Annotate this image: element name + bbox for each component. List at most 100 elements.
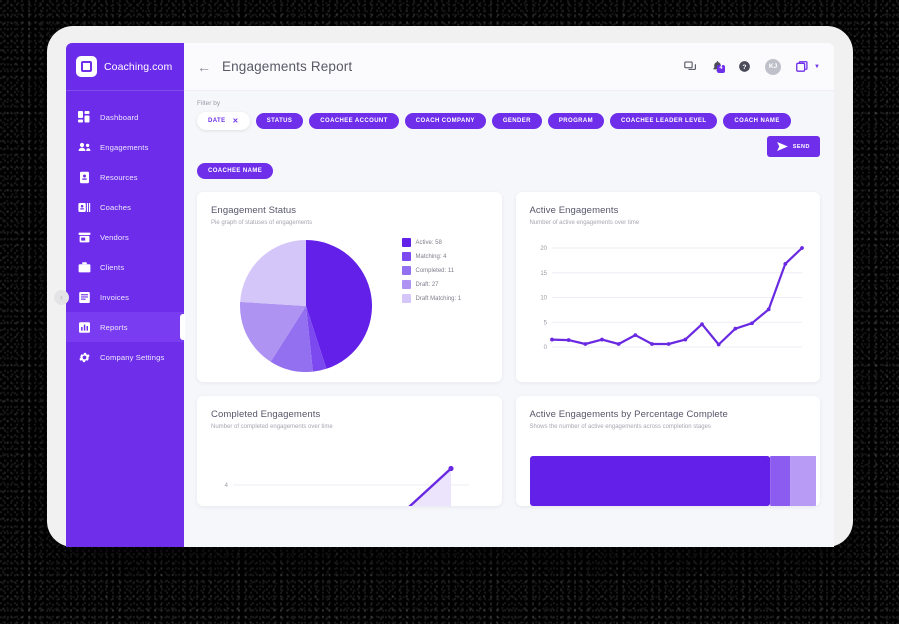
card-title: Active Engagements <box>529 205 619 216</box>
card-title: Engagement Status <box>211 205 297 216</box>
legend-item: Matching: 4 <box>401 252 488 261</box>
page-title: Engagements Report <box>222 59 353 74</box>
sidebar-item-invoices[interactable]: Invoices <box>66 282 184 312</box>
send-button[interactable]: SEND <box>766 136 820 157</box>
card-subtitle: Number of active engagements over time <box>529 220 640 226</box>
filter-chip-status[interactable]: STATUS <box>255 113 304 129</box>
legend-swatch <box>401 252 411 261</box>
legend-item: Completed: 11 <box>401 266 488 275</box>
notification-badge: 4 <box>717 65 726 73</box>
sidebar-item-label: Coaches <box>100 202 132 212</box>
card-completed-engagements: Completed Engagements Number of complete… <box>197 396 502 506</box>
legend-label: Draft: 27 <box>415 281 439 288</box>
filter-chip-coachee-leader-level[interactable]: COACHEE LEADER LEVEL <box>610 113 718 129</box>
tablet-device-frame: ‹ Coaching.com Dashboard Engagements Res… <box>47 26 853 547</box>
legend-swatch <box>401 238 411 247</box>
card-active-engagements: Active Engagements Number of active enga… <box>515 192 820 382</box>
people-icon <box>78 141 91 154</box>
sidebar-item-coaches[interactable]: Coaches <box>66 192 184 222</box>
legend-label: Matching: 4 <box>415 253 447 260</box>
topbar-icon-group: 4 ? KJ ▼ <box>684 58 820 75</box>
card-title: Active Engagements by Percentage Complet… <box>529 409 728 420</box>
filter-chip-row-1: DATE ✕ STATUS COACHEE ACCOUNT COACH COMP… <box>197 112 820 157</box>
filter-chip-gender[interactable]: GENDER <box>491 113 542 129</box>
sidebar-nav: Dashboard Engagements Resources Coaches … <box>66 91 185 372</box>
svg-text:20: 20 <box>540 246 547 252</box>
filter-chip-program[interactable]: PROGRAM <box>547 113 605 129</box>
send-icon <box>776 142 788 151</box>
filter-by-label: Filter by <box>197 100 221 107</box>
avatar[interactable]: KJ <box>765 58 782 75</box>
sidebar-collapse-handle[interactable]: ‹ <box>54 290 69 305</box>
filter-chip-date[interactable]: DATE ✕ <box>197 112 250 130</box>
sidebar-item-label: Vendors <box>100 232 129 242</box>
gear-icon <box>79 352 90 362</box>
card-subtitle: Pie graph of statuses of engagements <box>211 220 313 226</box>
document-icon <box>79 291 90 303</box>
sidebar-item-company-settings[interactable]: Company Settings <box>66 342 184 372</box>
square-logo-icon <box>76 56 97 77</box>
help-icon[interactable]: ? <box>738 60 751 73</box>
legend-swatch <box>401 280 411 289</box>
svg-text:5: 5 <box>543 320 547 326</box>
id-card-icon <box>78 201 91 214</box>
line-chart[interactable]: 0 5 10 15 20 <box>530 240 807 370</box>
chevron-down-icon[interactable]: ▼ <box>814 64 820 70</box>
close-icon[interactable]: ✕ <box>233 117 239 125</box>
stacked-bar-chart[interactable] <box>529 456 816 506</box>
legend-item: Active: 58 <box>401 238 488 247</box>
sidebar-item-label: Resources <box>100 172 138 182</box>
svg-text:?: ? <box>742 64 746 71</box>
card-subtitle: Shows the number of active engagements a… <box>529 424 711 430</box>
legend-label: Draft Matching: 1 <box>415 295 462 302</box>
filter-chip-coach-name[interactable]: COACH NAME <box>723 113 791 129</box>
pie-chart-body: Active: 58 Matching: 4 Completed: 11 Dra… <box>211 232 488 372</box>
filter-chip-coachee-account[interactable]: COACHEE ACCOUNT <box>309 113 399 129</box>
pie-chart-svg <box>240 240 373 372</box>
sidebar: Coaching.com Dashboard Engagements Resou… <box>66 43 185 547</box>
svg-text:0: 0 <box>543 345 547 351</box>
area-chart[interactable]: 4 <box>211 448 488 506</box>
chat-icon[interactable] <box>684 60 697 73</box>
sidebar-item-label: Clients <box>100 262 125 272</box>
card-subtitle: Number of completed engagements over tim… <box>211 424 333 430</box>
app-square-icon[interactable] <box>795 60 809 74</box>
svg-text:10: 10 <box>540 296 547 302</box>
filter-bar: Filter by DATE ✕ STATUS COACHEE ACCOUNT … <box>184 91 834 179</box>
filter-chip-label: DATE <box>208 118 226 124</box>
pie-chart[interactable] <box>211 232 402 372</box>
card-percentage-complete: Active Engagements by Percentage Complet… <box>515 396 820 506</box>
legend-swatch <box>401 294 411 303</box>
brand[interactable]: Coaching.com <box>66 43 184 91</box>
pie-legend: Active: 58 Matching: 4 Completed: 11 Dra… <box>401 232 488 372</box>
sidebar-item-dashboard[interactable]: Dashboard <box>66 102 184 132</box>
sidebar-item-vendors[interactable]: Vendors <box>66 222 184 252</box>
back-button[interactable]: ← <box>197 60 211 74</box>
stacked-bar-chart-svg <box>529 456 816 506</box>
bell-icon[interactable]: 4 <box>711 60 726 73</box>
legend-item: Draft: 27 <box>401 280 488 289</box>
legend-item: Draft Matching: 1 <box>401 294 488 303</box>
sidebar-item-label: Dashboard <box>100 112 139 122</box>
sidebar-item-engagements[interactable]: Engagements <box>66 132 184 162</box>
card-title: Completed Engagements <box>211 409 321 420</box>
sidebar-item-resources[interactable]: Resources <box>66 162 184 192</box>
filter-chip-coachee-name[interactable]: COACHEE NAME <box>197 163 274 179</box>
sidebar-item-clients[interactable]: Clients <box>66 252 184 282</box>
briefcase-icon <box>78 261 91 274</box>
dashboard-grid: Engagement Status Pie graph of statuses … <box>184 179 834 506</box>
svg-text:15: 15 <box>540 271 547 277</box>
filter-chip-row-2: COACHEE NAME <box>197 163 820 179</box>
sidebar-item-label: Engagements <box>100 142 149 152</box>
grid-icon <box>78 110 91 124</box>
filter-chip-coach-company[interactable]: COACH COMPANY <box>404 113 486 129</box>
store-icon <box>78 231 91 244</box>
tablet-screen: Coaching.com Dashboard Engagements Resou… <box>66 43 834 547</box>
topbar: ← Engagements Report 4 ? KJ ▼ <box>184 43 834 91</box>
legend-label: Completed: 11 <box>415 267 455 274</box>
sidebar-item-reports[interactable]: Reports <box>66 312 185 342</box>
card-engagement-status: Engagement Status Pie graph of statuses … <box>197 192 502 382</box>
legend-swatch <box>401 266 411 275</box>
book-icon <box>78 171 91 184</box>
sidebar-item-label: Reports <box>100 322 128 332</box>
